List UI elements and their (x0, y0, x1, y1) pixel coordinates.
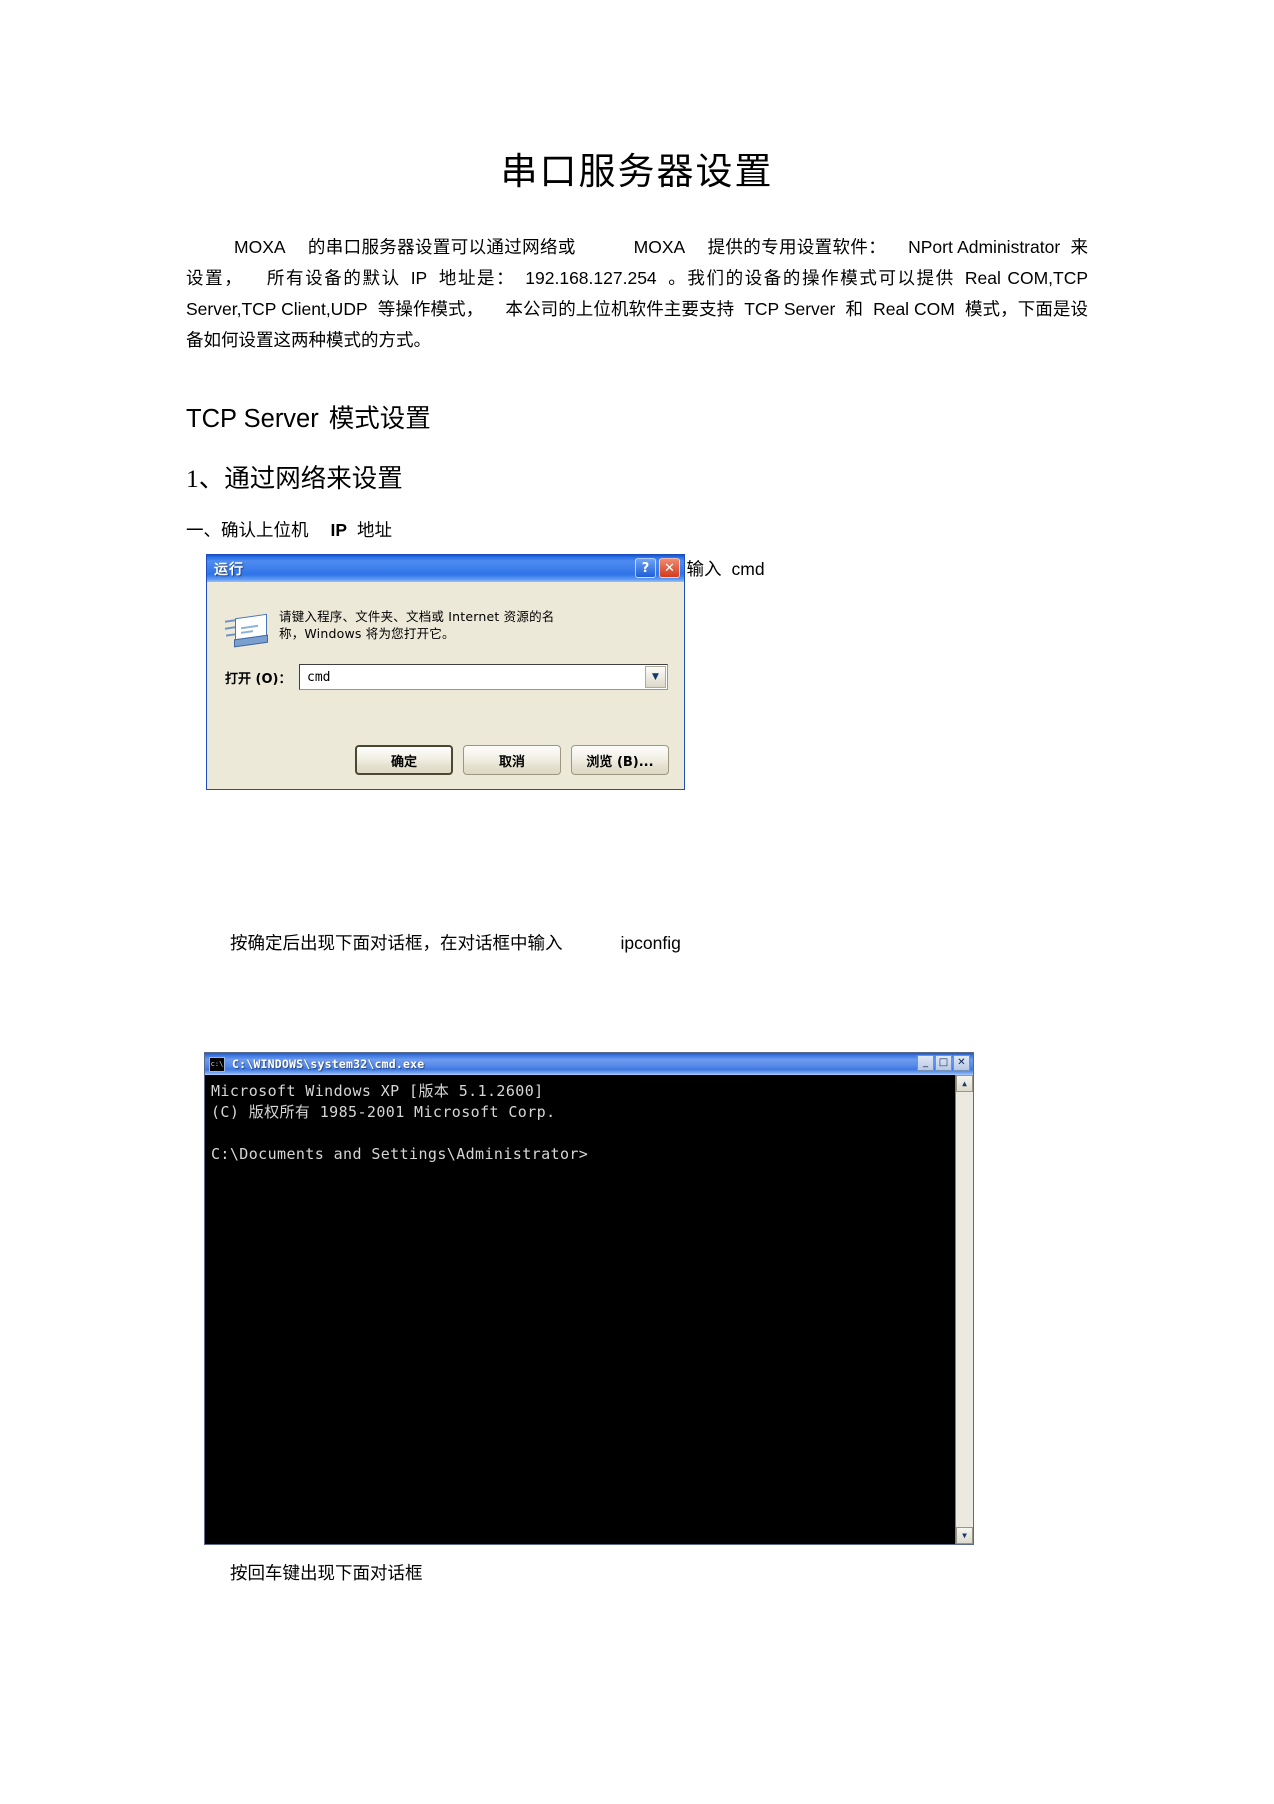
subsection-heading-network: 1、通过网络来设置 (186, 464, 403, 494)
caption-cmd-cn: 按确定后出现下面对话框，在对话框中输入 (230, 933, 563, 953)
para-seg-real-com: Real COM (873, 299, 955, 320)
command-prompt-window[interactable]: c:\ C:\WINDOWS\system32\cmd.exe _ □ ✕ Mi… (204, 1052, 974, 1545)
close-icon[interactable]: ✕ (953, 1055, 970, 1071)
para-seg-moxa-1: MOXA (234, 237, 286, 258)
cmd-title-buttons: _ □ ✕ (917, 1055, 970, 1071)
para-seg-7: 所有设备的默认 (265, 268, 401, 289)
cmd-output-line: Microsoft Windows XP [版本 5.1.2600] (211, 1082, 544, 1100)
run-dialog-prompt-row: 请键入程序、文件夹、文档或 Internet 资源的名 称，Windows 将为… (207, 598, 684, 650)
run-dialog-title: 运行 (214, 561, 244, 578)
item-heading-cn1: 一、确认上位机 (186, 519, 309, 540)
cmd-prompt-line: C:\Documents and Settings\Administrator> (211, 1145, 589, 1163)
run-dialog-window[interactable]: 运行 ? ✕ 请键入程序、文件夹、文档或 Internet 资源的名 称，Win… (206, 554, 685, 790)
section-heading-en: TCP Server (186, 405, 319, 434)
para-seg-13: 等操作模式， (377, 299, 484, 320)
cmd-scrollbar[interactable]: ▲ ▼ (955, 1075, 973, 1544)
bottom-caption-wrapper: 按回车键出现下面对话框 (186, 1548, 1088, 1586)
run-dialog-titlebar[interactable]: 运行 ? ✕ (207, 555, 684, 582)
cmd-output-line: (C) 版权所有 1985-2001 Microsoft Corp. (211, 1103, 556, 1121)
ok-button[interactable]: 确定 (355, 745, 453, 775)
cmd-window-title: C:\WINDOWS\system32\cmd.exe (232, 1057, 425, 1071)
cancel-button[interactable]: 取消 (463, 745, 561, 775)
minimize-icon[interactable]: _ (917, 1055, 934, 1071)
run-prompt-line-2: 称，Windows 将为您打开它。 (279, 626, 455, 641)
para-seg-9: 地址是： (437, 268, 516, 289)
browse-button[interactable]: 浏览 (B)... (571, 745, 669, 775)
para-seg-14: 本公司的上位机软件主要支持 (505, 299, 735, 320)
para-seg-nport-admin: NPort Administrator (908, 237, 1061, 258)
para-seg-default-ip: 192.168.127.254 (525, 268, 657, 289)
document-content: 串口服务器设置 MOXA 的串口服务器设置可以通过网络或 MOXA 提供的专用设置软件… (186, 0, 1088, 582)
open-label: 打开 (O)： (225, 671, 292, 687)
cmd-system-menu-icon[interactable]: c:\ (209, 1056, 225, 1072)
run-command-input[interactable]: cmd ▼ (299, 664, 668, 690)
item-heading-cn2: 地址 (357, 519, 393, 540)
run-dialog-open-row: 打开 (O)： cmd ▼ (207, 650, 684, 690)
scrollbar-track[interactable] (956, 1092, 973, 1527)
close-icon[interactable]: ✕ (659, 558, 680, 578)
para-seg-11: 。我们的设备的操作模式可以提供 (666, 268, 955, 289)
cmd-caption-wrapper: 按确定后出现下面对话框，在对话框中输入 ipconfig (186, 918, 1088, 956)
run-dialog-button-row: 确定 取消 浏览 (B)... (207, 745, 684, 775)
run-dialog-body: 请键入程序、文件夹、文档或 Internet 资源的名 称，Windows 将为… (207, 582, 684, 789)
document-page: 串口服务器设置 MOXA 的串口服务器设置可以通过网络或 MOXA 提供的专用设置软件… (0, 0, 1274, 1804)
intro-paragraph: MOXA 的串口服务器设置可以通过网络或 MOXA 提供的专用设置软件： NPort A… (186, 196, 1088, 356)
maximize-icon[interactable]: □ (935, 1055, 952, 1071)
help-icon[interactable]: ? (635, 558, 656, 578)
para-seg-4: 提供的专用设置软件： (707, 237, 887, 258)
para-seg-moxa-2: MOXA (633, 237, 686, 258)
caption-run-ipconfig: 按确定后出现下面对话框，在对话框中输入 ipconfig (186, 918, 1088, 956)
run-prompt-line-1: 请键入程序、文件夹、文档或 Internet 资源的名 (279, 609, 555, 624)
step-en-cmd: cmd (731, 559, 765, 580)
item-heading-confirm-ip: 一、确认上位机 IP 地址 (186, 496, 1088, 543)
section-heading-cn: 模式设置 (328, 404, 431, 434)
chevron-down-icon[interactable]: ▼ (645, 666, 666, 688)
run-dialog-prompt-text: 请键入程序、文件夹、文档或 Internet 资源的名 称，Windows 将为… (279, 608, 554, 650)
run-document-icon (225, 610, 271, 650)
run-command-value: cmd (307, 669, 331, 685)
para-seg-16: 和 (845, 299, 864, 320)
caption-press-enter: 按回车键出现下面对话框 (230, 1563, 423, 1583)
run-dialog-title-buttons: ? ✕ (635, 558, 680, 578)
para-seg-2: 的串口服务器设置可以通过网络或 (307, 237, 576, 258)
scroll-up-icon[interactable]: ▲ (956, 1075, 973, 1092)
cmd-titlebar[interactable]: c:\ C:\WINDOWS\system32\cmd.exe _ □ ✕ (205, 1053, 973, 1075)
caption-cmd-en: ipconfig (620, 933, 681, 953)
page-title: 串口服务器设置 (500, 152, 774, 193)
para-seg-ip: IP (410, 268, 428, 289)
section-heading-tcp-server: TCP Server 模式设置 (186, 356, 1088, 436)
scroll-down-icon[interactable]: ▼ (956, 1527, 973, 1544)
cmd-terminal-screen[interactable]: Microsoft Windows XP [版本 5.1.2600] (C) 版… (205, 1075, 973, 1544)
para-seg-tcp-server: TCP Server (744, 299, 836, 320)
item-heading-en: IP (330, 519, 348, 540)
cmd-output-line (211, 1123, 973, 1144)
step-cn3: 输入 (686, 559, 722, 580)
